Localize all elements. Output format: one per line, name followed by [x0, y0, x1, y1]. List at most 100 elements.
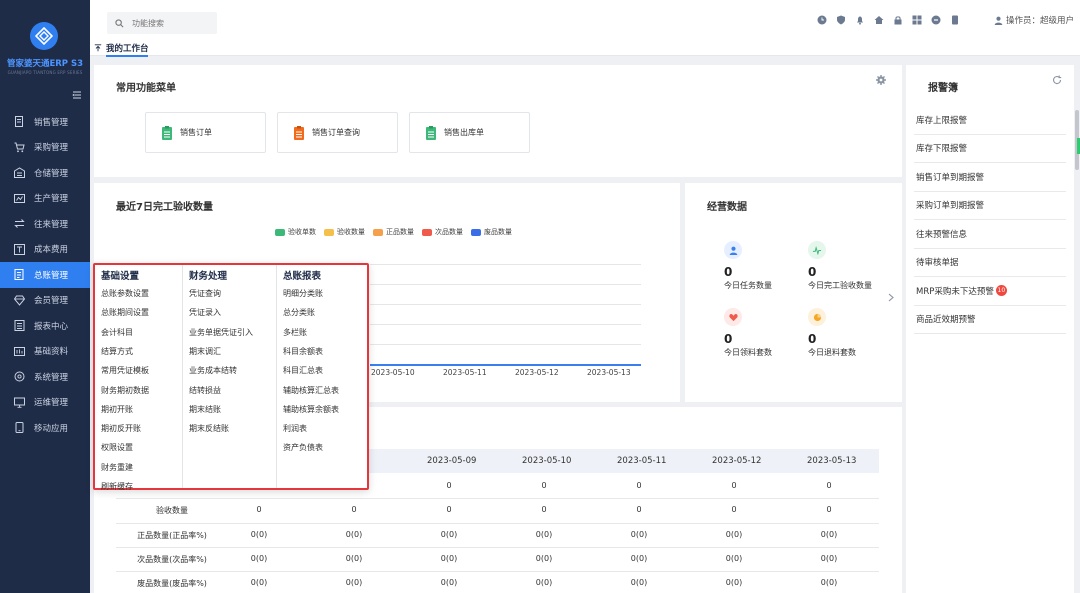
- dropdown-menu-item[interactable]: 利润表: [283, 423, 307, 434]
- table-cell: 0(0): [535, 530, 553, 539]
- dropdown-menu-item[interactable]: 凭证录入: [189, 307, 221, 318]
- report-item[interactable]: 销售订单到期报警: [914, 163, 1066, 192]
- dropdown-menu-item[interactable]: 结转损益: [189, 385, 221, 396]
- search-input[interactable]: [132, 18, 212, 28]
- dropdown-menu-item[interactable]: 辅助核算余额表: [283, 404, 339, 415]
- collapse-menu-icon[interactable]: [72, 90, 82, 100]
- report-item[interactable]: 库存下限报警: [914, 135, 1066, 163]
- dropdown-menu-item[interactable]: 期初反开账: [101, 423, 141, 434]
- dropdown-column-title: 基础设置: [101, 271, 140, 282]
- sidebar-item-monitor[interactable]: 运维管理: [0, 390, 90, 416]
- table-cell: 0(0): [820, 530, 838, 539]
- dropdown-menu-item[interactable]: 结算方式: [101, 346, 133, 357]
- quick-item-label: 销售订单: [180, 128, 212, 137]
- quick-sales-order-query-button[interactable]: 销售订单查询: [277, 112, 398, 153]
- dropdown-menu-item[interactable]: 总分类账: [283, 307, 315, 318]
- dropdown-menu-item[interactable]: 凭证查询: [189, 288, 221, 299]
- shield-icon[interactable]: [836, 15, 846, 25]
- quick-sales-outbound-button[interactable]: 销售出库单: [409, 112, 530, 153]
- quick-sales-order-button[interactable]: 销售订单: [145, 112, 266, 153]
- pulse-icon: [808, 241, 826, 259]
- bell-icon[interactable]: [855, 15, 865, 25]
- sidebar-item-transfer[interactable]: 往来管理: [0, 211, 90, 237]
- refresh-icon[interactable]: [1052, 75, 1062, 85]
- sidebar-item-warehouse[interactable]: 仓储管理: [0, 160, 90, 186]
- sidebar-item-ledger[interactable]: 总账管理: [0, 262, 90, 288]
- search-icon: [115, 18, 124, 27]
- operator-info[interactable]: 操作员：超级用户: [994, 14, 1074, 26]
- report-item-label: 销售订单到期报警: [916, 172, 985, 183]
- dropdown-menu-item[interactable]: 辅助核算汇总表: [283, 385, 339, 396]
- sidebar-item-cart[interactable]: 采购管理: [0, 135, 90, 161]
- dropdown-menu-item[interactable]: 会计科目: [101, 327, 133, 338]
- dropdown-menu-item[interactable]: 期初开账: [101, 404, 133, 415]
- table-row-label: 验收数量: [156, 506, 188, 515]
- skin-icon[interactable]: [931, 15, 941, 25]
- sidebar-item-label: 移动应用: [34, 423, 69, 434]
- table-cell: 0(0): [440, 578, 458, 587]
- kpi-today-tasks: 0 今日任务数量: [724, 241, 772, 291]
- tab-workbench[interactable]: 我的工作台: [94, 42, 149, 54]
- search-box[interactable]: [107, 12, 217, 34]
- table-cell: 0: [351, 505, 357, 514]
- dropdown-menu-item[interactable]: 期末结账: [189, 404, 221, 415]
- quick-item-label: 销售出库单: [444, 128, 484, 137]
- sidebar-item-report[interactable]: 报表中心: [0, 313, 90, 339]
- dropdown-menu-item[interactable]: 资产负债表: [283, 442, 323, 453]
- report-item[interactable]: 待审核单据: [914, 249, 1066, 277]
- legend-item[interactable]: 次品数量: [422, 227, 463, 237]
- dropdown-menu-item[interactable]: 常用凭证模板: [101, 365, 149, 376]
- table-cell: 0: [731, 505, 737, 514]
- report-item[interactable]: MRP采购未下达预警 10: [914, 277, 1066, 306]
- sidebar-item-sales[interactable]: 销售管理: [0, 109, 90, 135]
- dropdown-menu-item[interactable]: 期末反结账: [189, 423, 229, 434]
- dropdown-menu-item[interactable]: 财务重建: [101, 462, 133, 473]
- legend-item[interactable]: 正品数量: [373, 227, 414, 237]
- sidebar-item-cost[interactable]: 成本费用: [0, 237, 90, 263]
- clock-icon[interactable]: [817, 15, 827, 25]
- report-item[interactable]: 往来预警信息: [914, 220, 1066, 249]
- sidebar-item-production[interactable]: 生产管理: [0, 186, 90, 212]
- dropdown-menu-item[interactable]: 总账参数设置: [101, 288, 149, 299]
- dropdown-menu-item[interactable]: 多栏账: [283, 327, 307, 338]
- sidebar-item-label: 基础资料: [34, 347, 69, 358]
- dropdown-menu-item[interactable]: 权限设置: [101, 442, 133, 453]
- report-item[interactable]: 库存上限报警: [914, 106, 1066, 135]
- sidebar-item-settings[interactable]: 系统管理: [0, 364, 90, 390]
- sidebar-item-basic-data[interactable]: 基础资料: [0, 339, 90, 365]
- report-item[interactable]: 商品近效期预警: [914, 306, 1066, 334]
- sidebar-item-mobile[interactable]: 移动应用: [0, 415, 90, 441]
- gear-icon[interactable]: [876, 75, 886, 85]
- dropdown-menu-item[interactable]: 业务成本结转: [189, 365, 237, 376]
- dropdown-column-basic: 基础设置总账参数设置 总账期间设置 会计科目结算方式常用凭证模板 财务期初数据 期初开账…: [95, 265, 183, 491]
- dropdown-menu-item[interactable]: 刷新缓存: [101, 481, 133, 492]
- dropdown-menu-item[interactable]: 科目余额表: [283, 346, 323, 357]
- legend-item[interactable]: 验收单数: [275, 227, 316, 237]
- dropdown-menu-item[interactable]: 明细分类账: [283, 288, 323, 299]
- dropdown-menu-item[interactable]: 财务期初数据: [101, 385, 149, 396]
- table-header-cell: 2023-05-09: [427, 456, 477, 466]
- chart-gridline: [370, 324, 641, 325]
- dropdown-menu-item[interactable]: 科目汇总表: [283, 365, 323, 376]
- document-icon[interactable]: [950, 15, 960, 25]
- table-row-divider: [116, 571, 879, 572]
- table-header-cell: 2023-05-11: [617, 456, 667, 466]
- chevron-right-icon[interactable]: [888, 293, 894, 302]
- dropdown-menu-item[interactable]: 期末调汇: [189, 346, 221, 357]
- table-row-label: 正品数量(正品率%): [137, 531, 207, 540]
- sidebar-item-diamond[interactable]: 会员管理: [0, 288, 90, 314]
- home-icon[interactable]: [874, 15, 884, 25]
- dropdown-menu-item[interactable]: 业务单据凭证引入: [189, 327, 253, 338]
- lock-icon[interactable]: [893, 15, 903, 25]
- legend-swatch: [422, 228, 432, 236]
- report-item[interactable]: 采购订单到期报警: [914, 192, 1066, 220]
- kpi-value: 0: [724, 265, 733, 279]
- heart-icon: [724, 308, 742, 326]
- legend-item[interactable]: 废品数量: [471, 227, 512, 237]
- chart-x-axis: [370, 364, 641, 366]
- legend-item[interactable]: 验收数量: [324, 227, 365, 237]
- legend-label: 验收单数: [288, 228, 316, 236]
- grid-icon[interactable]: [912, 15, 922, 25]
- count-badge: 10: [995, 285, 1007, 297]
- dropdown-menu-item[interactable]: 总账期间设置: [101, 307, 149, 318]
